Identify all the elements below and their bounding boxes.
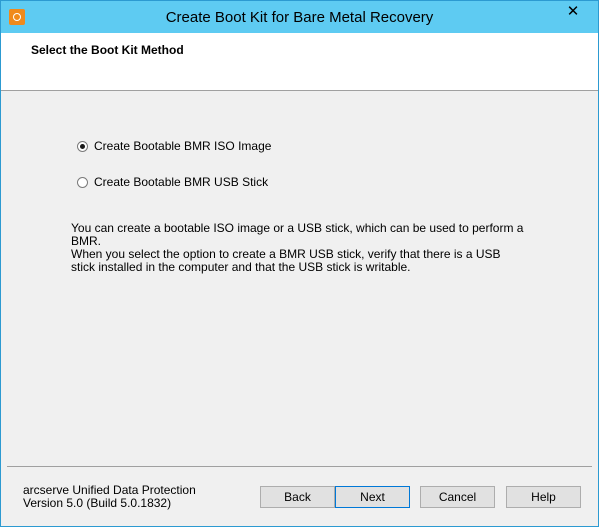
page-title: Select the Boot Kit Method bbox=[31, 43, 184, 57]
close-button[interactable]: ✕ bbox=[553, 2, 593, 22]
product-version: Version 5.0 (Build 5.0.1832) bbox=[23, 496, 172, 510]
option-usb-stick[interactable]: Create Bootable BMR USB Stick bbox=[77, 174, 268, 190]
dialog-window: Create Boot Kit for Bare Metal Recovery … bbox=[0, 0, 599, 527]
header-panel: Select the Boot Kit Method bbox=[1, 33, 598, 91]
iso-option-label[interactable]: Create Bootable BMR ISO Image bbox=[94, 139, 271, 153]
usb-radio-button[interactable] bbox=[77, 176, 88, 188]
product-info: arcserve Unified Data Protection Version… bbox=[23, 484, 196, 510]
next-button[interactable]: Next bbox=[335, 486, 410, 508]
back-button[interactable]: Back bbox=[260, 486, 335, 508]
iso-radio-button[interactable] bbox=[77, 140, 88, 152]
option-iso-image[interactable]: Create Bootable BMR ISO Image bbox=[77, 138, 271, 154]
help-button[interactable]: Help bbox=[506, 486, 581, 508]
title-bar[interactable]: Create Boot Kit for Bare Metal Recovery … bbox=[1, 1, 598, 33]
window-title: Create Boot Kit for Bare Metal Recovery bbox=[165, 9, 434, 26]
cancel-button[interactable]: Cancel bbox=[420, 486, 495, 508]
description-text: You can create a bootable ISO image or a… bbox=[71, 221, 524, 248]
usb-option-label[interactable]: Create Bootable BMR USB Stick bbox=[94, 175, 268, 189]
footer-divider bbox=[7, 466, 592, 467]
usb-note-text: When you select the option to create a B… bbox=[71, 247, 501, 274]
content-area: Create Bootable BMR ISO Image Create Boo… bbox=[1, 91, 598, 464]
